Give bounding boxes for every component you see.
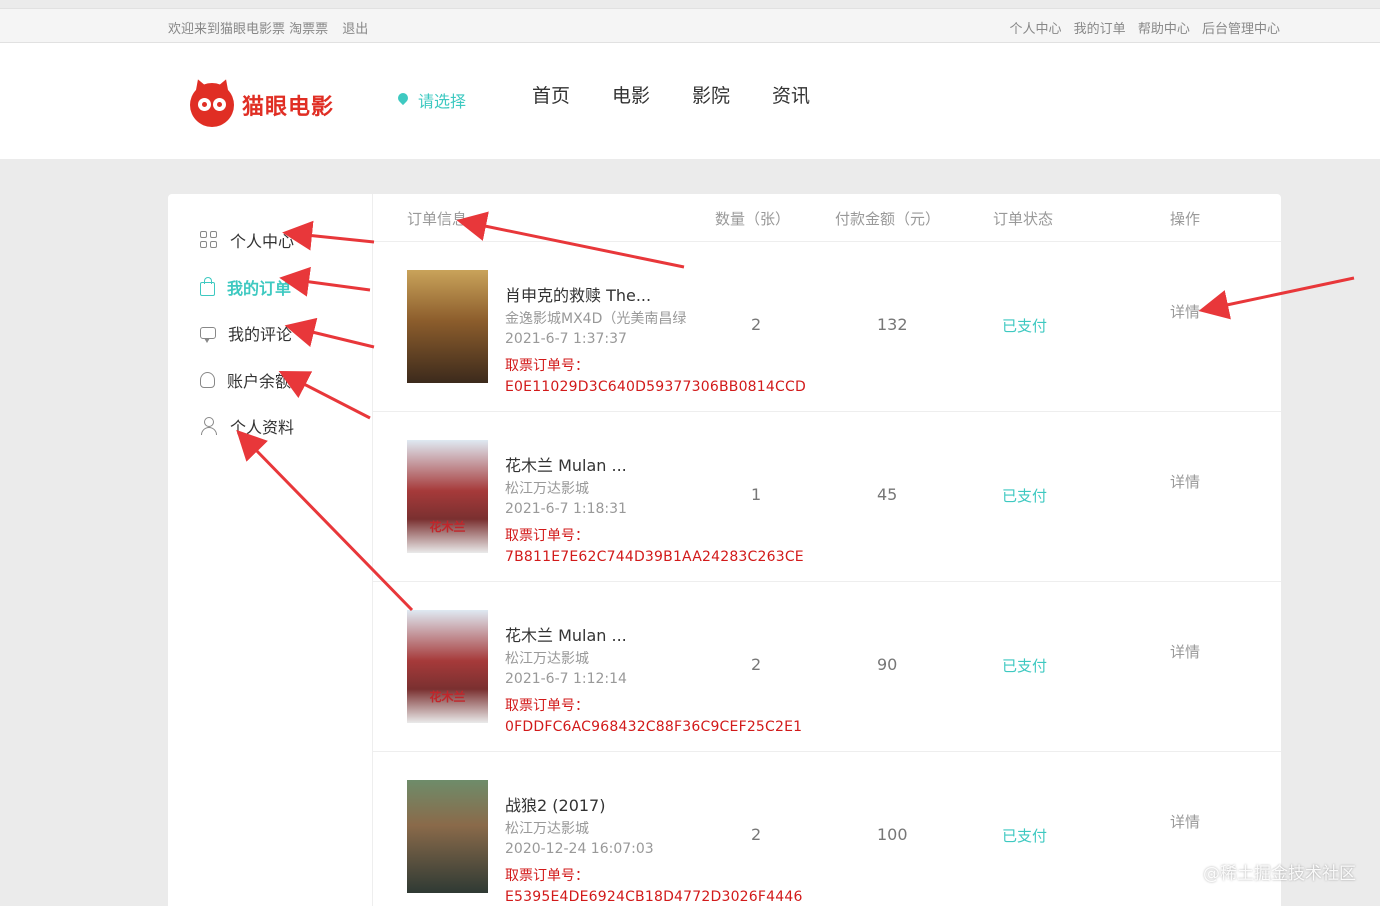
sidebar: 个人中心 我的订单 我的评论 账户余额 个人资料: [168, 194, 373, 906]
movie-poster[interactable]: [407, 270, 488, 383]
payment-amount: 45: [877, 485, 898, 504]
order-status: 已支付: [1002, 317, 1048, 335]
movie-title[interactable]: 花木兰 Mulan ...: [505, 622, 627, 646]
site-logo[interactable]: 猫眼电影: [190, 76, 335, 127]
top-utility-bar: 欢迎来到猫眼电影票 淘票票 退出 个人中心 我的订单 帮助中心 后台管理中心: [0, 8, 1380, 43]
ticket-quantity: 2: [751, 655, 762, 674]
order-status: 已支付: [1002, 827, 1048, 845]
nav-home[interactable]: 首页: [532, 81, 570, 108]
ticket-quantity: 2: [751, 315, 762, 334]
cinema-name: 松江万达影城: [505, 481, 589, 497]
details-link[interactable]: 详情: [1170, 301, 1200, 322]
movie-title[interactable]: 花木兰 Mulan ...: [505, 452, 627, 476]
topbar-link-help-center[interactable]: 帮助中心: [1138, 22, 1190, 37]
order-time: 2021-6-7 1:12:14: [505, 671, 627, 687]
sidebar-item-label: 我的订单: [227, 279, 292, 298]
movie-poster[interactable]: 花木兰: [407, 610, 488, 723]
payment-amount: 132: [877, 315, 908, 334]
table-header: 订单信息 数量（张） 付款金额（元） 订单状态 操作: [373, 194, 1281, 242]
movie-poster[interactable]: 花木兰: [407, 440, 488, 553]
header-order-info: 订单信息: [407, 210, 468, 228]
nav-movies[interactable]: 电影: [612, 81, 650, 108]
cinema-name: 金逸影城MX4D（光美南昌绿: [505, 311, 687, 327]
ticket-code-label: 取票订单号：: [505, 358, 589, 374]
header-amount: 付款金额（元）: [835, 210, 941, 228]
user-icon: [200, 417, 218, 435]
order-time: 2021-6-7 1:37:37: [505, 331, 627, 347]
table-row: 肖申克的救赎 The... 金逸影城MX4D（光美南昌绿 2021-6-7 1:…: [373, 242, 1281, 412]
wallet-icon: [200, 372, 215, 388]
details-link[interactable]: 详情: [1170, 811, 1200, 832]
order-status: 已支付: [1002, 487, 1048, 505]
header-status: 订单状态: [993, 210, 1054, 228]
sidebar-item-my-orders[interactable]: 我的订单: [200, 275, 291, 299]
ticket-quantity: 2: [751, 825, 762, 844]
table-row: 花木兰 花木兰 Mulan ... 松江万达影城 2021-6-7 1:12:1…: [373, 582, 1281, 752]
logout-link[interactable]: 退出: [342, 22, 368, 37]
table-row: 战狼2 (2017) 松江万达影城 2020-12-24 16:07:03 取票…: [373, 752, 1281, 906]
details-link[interactable]: 详情: [1170, 471, 1200, 492]
sidebar-item-label: 账户余额: [227, 372, 292, 391]
header-quantity: 数量（张）: [715, 210, 791, 228]
orders-table: 订单信息 数量（张） 付款金额（元） 订单状态 操作 肖申克的救赎 The...…: [373, 194, 1281, 906]
cinema-name: 松江万达影城: [505, 651, 589, 667]
sidebar-item-label: 个人资料: [230, 418, 295, 437]
main-panel: 个人中心 我的订单 我的评论 账户余额 个人资料 订单信息 数量（张） 付款金额…: [168, 194, 1281, 906]
welcome-text: 欢迎来到猫眼电影票 淘票票: [168, 22, 329, 37]
topbar-link-my-orders[interactable]: 我的订单: [1074, 22, 1126, 37]
cinema-name: 松江万达影城: [505, 821, 589, 837]
ticket-code-label: 取票订单号：: [505, 698, 589, 714]
movie-title[interactable]: 战狼2 (2017): [505, 792, 605, 816]
order-time: 2021-6-7 1:18:31: [505, 501, 627, 517]
topbar-link-personal-center[interactable]: 个人中心: [1010, 22, 1062, 37]
comment-icon: [200, 327, 216, 343]
header-action: 操作: [1170, 210, 1201, 228]
logo-text: 猫眼电影: [242, 95, 335, 120]
movie-poster[interactable]: [407, 780, 488, 893]
ticket-code: E5395E4DE6924CB18D4772D3026F4446: [505, 889, 803, 905]
grid-icon: [200, 231, 218, 249]
bag-icon: [200, 276, 215, 296]
order-status: 已支付: [1002, 657, 1048, 675]
main-nav: 首页 电影 影院 资讯: [532, 81, 852, 108]
topbar-link-admin[interactable]: 后台管理中心: [1202, 22, 1280, 37]
nav-news[interactable]: 资讯: [772, 81, 810, 108]
details-link[interactable]: 详情: [1170, 641, 1200, 662]
city-selector[interactable]: 请选择: [398, 88, 466, 112]
ticket-quantity: 1: [751, 485, 762, 504]
ticket-code-label: 取票订单号：: [505, 868, 589, 884]
city-label: 请选择: [418, 92, 467, 111]
ticket-code: E0E11029D3C640D59377306BB0814CCD: [505, 379, 806, 395]
order-time: 2020-12-24 16:07:03: [505, 841, 654, 857]
watermark: @稀土掘金技术社区: [1203, 864, 1356, 884]
sidebar-item-my-comments[interactable]: 我的评论: [200, 321, 292, 345]
ticket-code: 7B811E7E62C744D39B1AA24283C263CE: [505, 549, 804, 565]
table-row: 花木兰 花木兰 Mulan ... 松江万达影城 2021-6-7 1:18:3…: [373, 412, 1281, 582]
sidebar-item-label: 个人中心: [230, 232, 295, 251]
payment-amount: 90: [877, 655, 898, 674]
movie-title[interactable]: 肖申克的救赎 The...: [505, 282, 651, 306]
sidebar-item-personal-center[interactable]: 个人中心: [200, 228, 294, 252]
ticket-code: 0FDDFC6AC968432C88F36C9CEF25C2E1: [505, 719, 803, 735]
sidebar-item-profile[interactable]: 个人资料: [200, 414, 294, 438]
payment-amount: 100: [877, 825, 908, 844]
cat-logo-icon: [190, 76, 234, 127]
location-pin-icon: [398, 93, 408, 107]
ticket-code-label: 取票订单号：: [505, 528, 589, 544]
sidebar-item-account-balance[interactable]: 账户余额: [200, 368, 291, 392]
nav-cinemas[interactable]: 影院: [692, 81, 730, 108]
sidebar-item-label: 我的评论: [228, 325, 293, 344]
site-header: 猫眼电影 请选择 首页 电影 影院 资讯: [0, 43, 1380, 159]
